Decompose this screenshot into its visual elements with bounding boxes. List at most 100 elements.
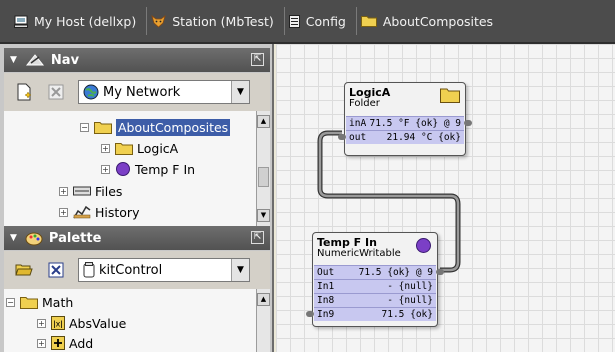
nav-compass-icon (25, 53, 45, 67)
slot-name: In8 (317, 295, 335, 306)
palette-item-absvalue[interactable]: + ǀxǀ AbsValue (37, 313, 126, 333)
slot-out[interactable]: out 21.94 °C {ok} (346, 130, 464, 144)
slot-value: 71.5 {ok} @ 9 (358, 267, 433, 278)
component-type: NumericWritable (317, 248, 401, 259)
folder-icon (360, 15, 377, 27)
link-knob[interactable] (306, 311, 314, 317)
config-list-icon (288, 14, 300, 28)
expand-toggle-icon[interactable]: + (101, 143, 110, 153)
open-folder-icon (15, 264, 33, 276)
tree-item-aboutcomposites[interactable]: − AboutComposites (80, 117, 231, 137)
tree-item-files[interactable]: + Files (59, 181, 122, 201)
slot-in1[interactable]: In1 - {null} (314, 279, 436, 293)
maximize-icon[interactable]: ⇱ (251, 231, 264, 244)
add-block-icon (51, 336, 65, 350)
palette-item-math[interactable]: − Math (6, 292, 73, 312)
new-document-icon (17, 83, 32, 101)
close-x-icon (48, 84, 64, 100)
component-logica[interactable]: LogicA Folder inA 71.5 °F {ok} @ 9 out 2… (338, 82, 472, 156)
chevron-down-icon[interactable]: ▼ (231, 259, 249, 281)
folder-icon (94, 121, 112, 134)
palette-item-add[interactable]: + Add (37, 333, 93, 352)
expand-toggle-icon[interactable]: + (37, 338, 46, 348)
collapse-toggle-icon[interactable]: − (80, 122, 89, 132)
chevron-down-icon[interactable]: ▼ (231, 81, 249, 103)
folder-icon (115, 142, 133, 155)
slot-name: inA (349, 118, 367, 129)
close-palette-button[interactable] (46, 260, 66, 280)
slot-value: 71.5 °F {ok} @ 9 (369, 118, 461, 129)
tree-item-label: LogicA (137, 140, 179, 156)
tree-item-label: Math (42, 294, 74, 310)
link-knob[interactable] (338, 134, 346, 140)
breadcrumb-item-aboutcomposites[interactable]: AboutComposites (357, 7, 503, 35)
module-jar-icon (83, 262, 95, 278)
station-fox-icon (151, 14, 166, 28)
writable-point-icon (115, 161, 131, 177)
palette-panel-title: Palette (48, 230, 102, 246)
globe-network-icon (83, 84, 99, 100)
breadcrumb: My Host (dellxp) Station (MbTest) Config… (0, 0, 615, 44)
tree-item-label: Temp F In (135, 161, 196, 177)
scroll-down-icon[interactable]: ▼ (257, 209, 270, 222)
slot-value: 21.94 °C {ok} (386, 132, 461, 143)
new-tree-button[interactable] (14, 82, 34, 102)
tree-item-label: Add (69, 335, 94, 351)
slot-value: - {null} (387, 281, 433, 292)
palette-tree-scrollbar[interactable]: ▲ (256, 289, 270, 352)
slot-in9[interactable]: In9 71.5 {ok} (314, 307, 436, 321)
slot-name: In1 (317, 281, 335, 292)
collapse-triangle-icon[interactable]: ▼ (10, 233, 17, 243)
absvalue-block-icon: ǀxǀ (51, 316, 65, 330)
component-type: Folder (349, 98, 380, 109)
nav-tree-select[interactable]: My Network ▼ (78, 80, 250, 104)
folder-icon (440, 87, 460, 106)
slot-value: 71.5 {ok} (381, 309, 433, 320)
link-knob[interactable] (436, 269, 444, 275)
link-knob[interactable] (464, 120, 472, 126)
breadcrumb-item-host[interactable]: My Host (dellxp) (10, 7, 148, 35)
nav-panel-title: Nav (50, 52, 80, 68)
host-icon (14, 15, 28, 28)
tree-item-label: Files (95, 183, 123, 199)
scroll-up-icon[interactable]: ▲ (257, 115, 270, 128)
breadcrumb-item-station[interactable]: Station (MbTest) (147, 7, 285, 35)
expand-toggle-icon[interactable]: + (59, 186, 68, 196)
palette-tree: − Math + ǀxǀ AbsValue + Add ▲ (4, 289, 270, 352)
breadcrumb-item-config[interactable]: Config (285, 7, 357, 35)
tree-item-logica[interactable]: + LogicA (101, 138, 178, 158)
slot-name: out (349, 132, 367, 143)
nav-toolbar: My Network ▼ (4, 73, 270, 111)
wiresheet-canvas[interactable]: LogicA Folder inA 71.5 °F {ok} @ 9 out 2… (276, 44, 615, 352)
breadcrumb-label: My Host (dellxp) (34, 13, 137, 29)
close-tree-button[interactable] (46, 82, 66, 102)
nav-panel-header[interactable]: ▼ Nav ⇱ (4, 48, 270, 72)
svg-text:ǀxǀ: ǀxǀ (53, 320, 62, 329)
slot-out[interactable]: Out 71.5 {ok} @ 9 (314, 265, 436, 279)
tree-item-history[interactable]: + History (59, 202, 139, 222)
slot-ina[interactable]: inA 71.5 °F {ok} @ 9 (346, 116, 464, 130)
slot-in8[interactable]: In8 - {null} (314, 293, 436, 307)
expand-toggle-icon[interactable]: + (59, 207, 68, 217)
close-x-icon (48, 262, 64, 278)
collapse-triangle-icon[interactable]: ▼ (10, 55, 17, 65)
expand-toggle-icon[interactable]: + (101, 164, 110, 174)
scroll-up-icon[interactable]: ▲ (257, 293, 270, 306)
scroll-thumb[interactable] (258, 167, 269, 187)
palette-select-value: kitControl (99, 262, 163, 278)
slot-name: Out (317, 267, 335, 278)
open-palette-button[interactable] (14, 260, 34, 280)
collapse-toggle-icon[interactable]: − (6, 297, 15, 307)
tree-item-label: AboutComposites (116, 118, 231, 136)
palette-select[interactable]: kitControl ▼ (78, 258, 250, 282)
palette-panel-header[interactable]: ▼ Palette ⇱ (4, 226, 270, 250)
nav-tree: − AboutComposites + LogicA + Temp F In +… (4, 111, 270, 226)
expand-toggle-icon[interactable]: + (37, 318, 46, 328)
history-chart-icon (73, 205, 91, 219)
nav-tree-scrollbar[interactable]: ▲ ▼ (256, 111, 270, 226)
component-temp-f-in[interactable]: Temp F In NumericWritable Out 71.5 {ok} … (306, 232, 444, 327)
maximize-icon[interactable]: ⇱ (251, 53, 264, 66)
writable-point-icon (415, 237, 432, 257)
tree-item-label: AbsValue (69, 315, 127, 331)
tree-item-temp-f-in[interactable]: + Temp F In (101, 159, 195, 179)
